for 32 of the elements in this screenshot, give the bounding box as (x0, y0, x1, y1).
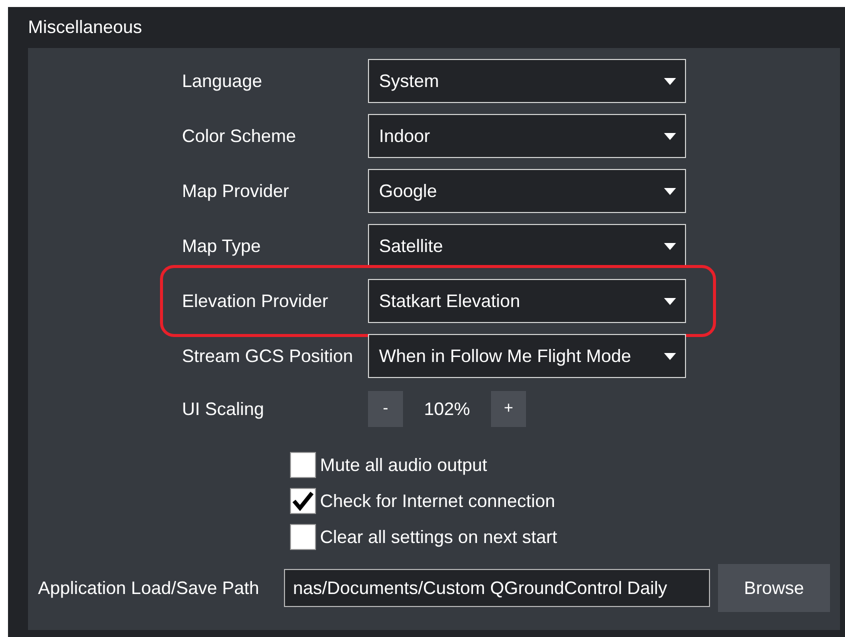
increase-button[interactable]: + (491, 391, 526, 427)
checkbox-label: Mute all audio output (320, 454, 488, 476)
setting-label: Map Provider (182, 180, 290, 202)
dropdown[interactable]: Google (368, 169, 686, 213)
checkbox-label: Clear all settings on next start (320, 526, 558, 548)
caret-icon (664, 188, 676, 194)
path-field[interactable]: nas/Documents/Custom QGroundControl Daily (284, 569, 710, 607)
section-title: Miscellaneous (28, 16, 144, 39)
caret-icon (664, 298, 676, 304)
setting-label: Color Scheme (182, 126, 298, 146)
checkbox[interactable] (290, 524, 316, 550)
scaling-value: 102% (422, 398, 472, 420)
dropdown[interactable]: Satellite (368, 224, 686, 268)
browse-button[interactable]: Browse (718, 564, 830, 612)
caret-icon (664, 352, 676, 360)
path-label: Application Load/Save Path (38, 578, 260, 598)
setting-label: Map Type (182, 236, 262, 256)
dropdown[interactable]: Indoor (368, 114, 686, 158)
checkbox-label: Check for Internet connection (320, 490, 556, 512)
setting-label: UI Scaling (182, 398, 266, 420)
checkbox[interactable] (290, 452, 316, 478)
decrease-button[interactable]: - (368, 391, 403, 427)
caret-icon (664, 78, 676, 84)
dropdown[interactable]: Statkart Elevation (368, 279, 686, 323)
checkbox[interactable] (290, 488, 316, 514)
dropdown[interactable]: When in Follow Me Flight Mode (368, 334, 686, 378)
caret-icon (664, 242, 676, 250)
setting-label: Elevation Provider (182, 290, 330, 312)
dropdown[interactable]: System (368, 59, 686, 103)
setting-label: Language (182, 70, 264, 92)
setting-label: Stream GCS Position (182, 346, 354, 366)
caret-icon (664, 132, 676, 140)
